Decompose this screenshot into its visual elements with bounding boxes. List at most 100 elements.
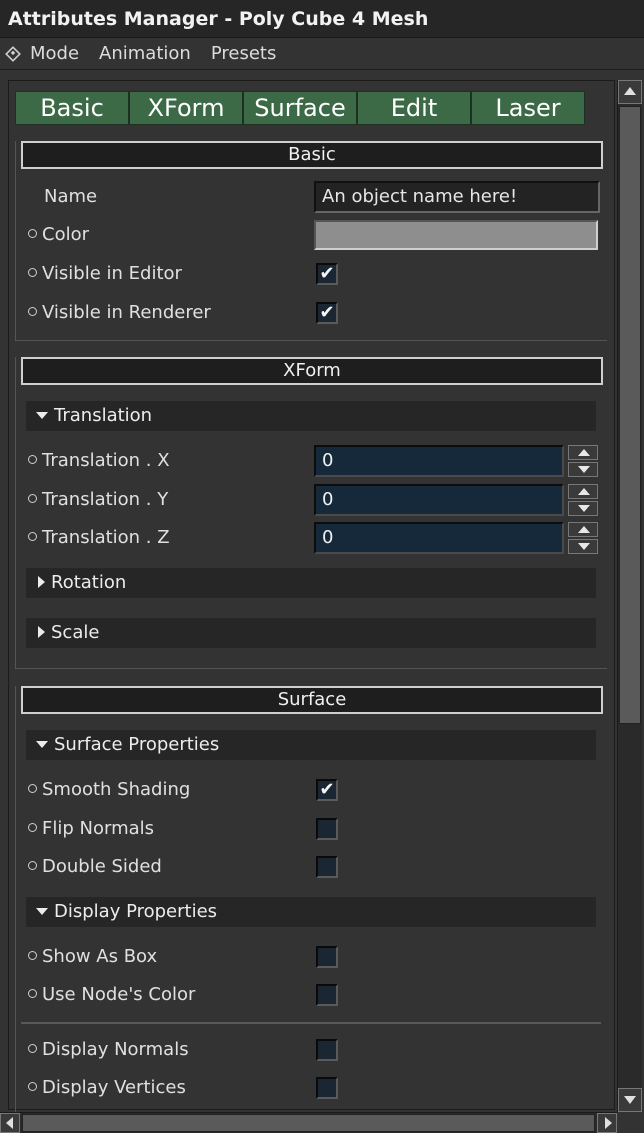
translation-x-field[interactable]: 0 (314, 445, 564, 477)
animate-dot-icon[interactable] (28, 306, 37, 316)
translation-y-label: Translation . Y (28, 481, 168, 519)
smooth-shading-row: Smooth Shading ✔ (16, 771, 608, 809)
color-label: Color (28, 216, 89, 254)
show-as-box-checkbox[interactable] (316, 946, 338, 968)
basic-header[interactable]: Basic (21, 141, 603, 169)
vertical-scrollbar[interactable] (617, 80, 642, 1112)
vertical-scroll-thumb[interactable] (619, 106, 641, 724)
animate-dot-icon[interactable] (28, 531, 37, 541)
scroll-corner (617, 1112, 644, 1132)
tab-edit[interactable]: Edit (357, 91, 471, 125)
expanded-arrow-icon (36, 740, 48, 748)
scroll-right-icon[interactable] (597, 1113, 617, 1133)
display-normals-checkbox[interactable] (316, 1039, 338, 1061)
animate-dot-icon[interactable] (28, 1081, 37, 1091)
scroll-down-icon[interactable] (618, 1088, 642, 1112)
scroll-left-icon[interactable] (0, 1113, 20, 1133)
animate-dot-icon[interactable] (28, 267, 37, 277)
animate-dot-icon[interactable] (28, 493, 37, 503)
menu-diamond-icon[interactable] (5, 45, 21, 62)
basic-section: Basic Name An object name here! Color Vi… (15, 141, 607, 341)
rotation-group[interactable]: Rotation (26, 568, 596, 598)
horizontal-scroll-thumb[interactable] (22, 1114, 595, 1132)
translation-group[interactable]: Translation (26, 401, 596, 431)
visible-renderer-checkbox[interactable]: ✔ (316, 302, 338, 324)
show-as-box-row: Show As Box (16, 938, 608, 976)
xform-header[interactable]: XForm (21, 357, 603, 385)
animate-dot-icon[interactable] (28, 822, 37, 832)
color-swatch[interactable] (314, 220, 598, 250)
double-sided-label: Double Sided (28, 848, 162, 886)
tab-laser[interactable]: Laser (471, 91, 585, 125)
translation-z-row: Translation . Z 0 (16, 519, 608, 557)
spin-down-icon[interactable] (568, 539, 598, 554)
visible-editor-checkbox[interactable]: ✔ (316, 263, 338, 285)
expanded-arrow-icon (36, 907, 48, 915)
show-as-box-label: Show As Box (28, 938, 157, 976)
scale-group[interactable]: Scale (26, 618, 596, 648)
menu-bar: Mode Animation Presets (0, 38, 644, 70)
animate-dot-icon[interactable] (28, 860, 37, 870)
menu-presets[interactable]: Presets (211, 43, 277, 64)
horizontal-scrollbar[interactable] (0, 1112, 617, 1133)
translation-y-row: Translation . Y 0 (16, 481, 608, 519)
spin-down-icon[interactable] (568, 462, 598, 477)
collapsed-arrow-icon (38, 576, 45, 588)
visible-renderer-label: Visible in Renderer (28, 294, 211, 332)
name-label: Name (44, 186, 98, 207)
display-normals-label: Display Normals (28, 1031, 189, 1069)
translation-z-spinner[interactable] (568, 522, 598, 554)
visible-renderer-row: Visible in Renderer ✔ (16, 294, 608, 332)
tab-surface[interactable]: Surface (243, 91, 357, 125)
surface-properties-group[interactable]: Surface Properties (26, 730, 596, 760)
menu-mode[interactable]: Mode (30, 43, 79, 64)
translation-x-row: Translation . X 0 (16, 442, 608, 480)
divider (21, 1022, 601, 1024)
xform-section: XForm Translation Translation . X 0 Tran… (15, 357, 607, 669)
spin-up-icon[interactable] (568, 522, 598, 537)
smooth-shading-label: Smooth Shading (28, 771, 190, 809)
animate-dot-icon[interactable] (28, 988, 37, 998)
translation-z-label: Translation . Z (28, 519, 170, 557)
flip-normals-row: Flip Normals (16, 810, 608, 848)
spin-up-icon[interactable] (568, 484, 598, 499)
animate-dot-icon[interactable] (28, 950, 37, 960)
collapsed-arrow-icon (38, 626, 45, 638)
scroll-up-icon[interactable] (618, 80, 642, 104)
tab-basic[interactable]: Basic (15, 91, 129, 125)
animate-dot-icon[interactable] (28, 1043, 37, 1053)
name-row: Name An object name here! (16, 178, 608, 216)
color-row: Color (16, 216, 608, 254)
tab-xform[interactable]: XForm (129, 91, 243, 125)
translation-x-label: Translation . X (28, 442, 170, 480)
translation-y-field[interactable]: 0 (314, 484, 564, 516)
display-vertices-label: Display Vertices (28, 1069, 186, 1107)
menu-animation[interactable]: Animation (99, 43, 191, 64)
display-normals-row: Display Normals (16, 1031, 608, 1069)
double-sided-row: Double Sided (16, 848, 608, 886)
expanded-arrow-icon (36, 411, 48, 419)
translation-y-spinner[interactable] (568, 484, 598, 516)
animate-dot-icon[interactable] (28, 783, 37, 793)
translation-z-field[interactable]: 0 (314, 522, 564, 554)
spin-down-icon[interactable] (568, 501, 598, 516)
surface-section: Surface Surface Properties Smooth Shadin… (15, 686, 607, 1126)
attributes-panel: Basic XForm Surface Edit Laser Basic Nam… (8, 80, 615, 1126)
window-title: Attributes Manager - Poly Cube 4 Mesh (0, 0, 644, 38)
animate-dot-icon[interactable] (28, 454, 37, 464)
display-properties-group[interactable]: Display Properties (26, 897, 596, 927)
surface-header[interactable]: Surface (21, 686, 603, 714)
smooth-shading-checkbox[interactable]: ✔ (316, 779, 338, 801)
use-node-color-checkbox[interactable] (316, 984, 338, 1006)
use-node-color-label: Use Node's Color (28, 976, 195, 1014)
translation-x-spinner[interactable] (568, 445, 598, 477)
name-field[interactable]: An object name here! (314, 181, 600, 213)
flip-normals-checkbox[interactable] (316, 818, 338, 840)
display-vertices-checkbox[interactable] (316, 1077, 338, 1099)
flip-normals-label: Flip Normals (28, 810, 154, 848)
visible-editor-label: Visible in Editor (28, 255, 182, 293)
spin-up-icon[interactable] (568, 445, 598, 460)
double-sided-checkbox[interactable] (316, 856, 338, 878)
tab-bar: Basic XForm Surface Edit Laser (15, 91, 585, 125)
animate-dot-icon[interactable] (28, 228, 37, 238)
